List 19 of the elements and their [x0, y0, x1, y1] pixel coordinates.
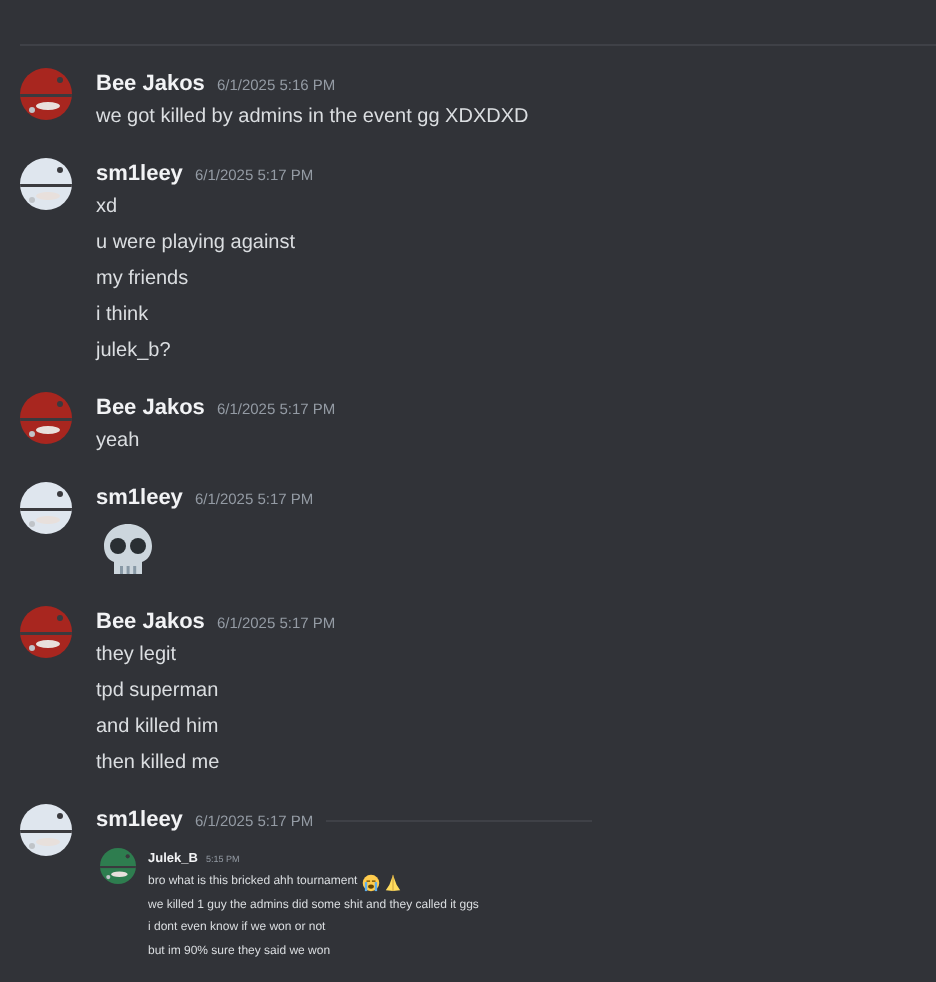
username[interactable]: sm1leey: [96, 482, 183, 514]
message-text: xd: [96, 194, 120, 222]
crying-face-icon: [361, 874, 380, 893]
message-text: i think: [96, 302, 151, 330]
message-text: and killed him: [96, 714, 221, 742]
skull-icon: [100, 522, 156, 578]
message-text: then killed me: [96, 750, 222, 778]
message-text: tpd superman: [96, 678, 221, 706]
message-text: they legit: [96, 642, 179, 670]
username[interactable]: sm1leey: [96, 158, 183, 190]
username[interactable]: Bee Jakos: [96, 606, 205, 638]
message-text: u were playing against: [96, 230, 298, 258]
username[interactable]: sm1leey: [96, 804, 183, 836]
message-text: yeah: [96, 428, 142, 456]
username[interactable]: Bee Jakos: [96, 68, 205, 100]
username[interactable]: Bee Jakos: [96, 392, 205, 424]
message-text: my friends: [96, 266, 191, 294]
message-text: we got killed by admins in the event gg XDXDXD: [96, 104, 531, 132]
message-text: julek_b?: [96, 338, 173, 366]
